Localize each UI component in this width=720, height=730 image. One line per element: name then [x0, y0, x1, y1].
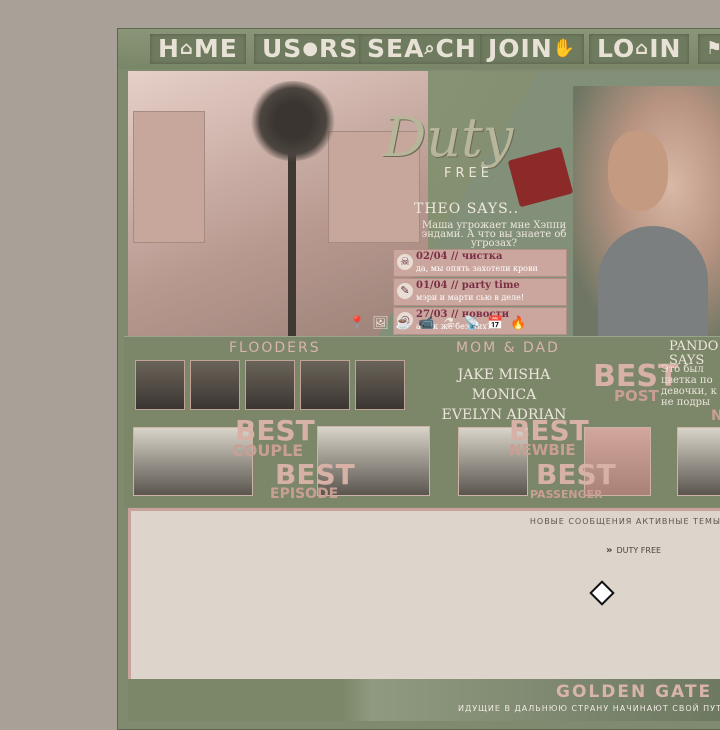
best-episode-label: EPISODE — [270, 486, 339, 502]
news-item[interactable]: ✎ 01/04 // party time мэри и марти сью в… — [393, 278, 567, 306]
next-label: N — [711, 408, 720, 424]
site-logo[interactable]: Duty — [383, 106, 513, 169]
palm-tree — [248, 81, 338, 161]
pandora-line: Это был — [661, 364, 704, 375]
flooder-avatar[interactable] — [355, 360, 405, 410]
flooder-avatar[interactable] — [245, 360, 295, 410]
breadcrumb: » DUTY FREE — [606, 545, 661, 556]
news-title: чистка — [461, 251, 503, 262]
nav-users-label-b: RS — [319, 34, 359, 63]
nav-search[interactable]: SEA⌕CH — [359, 34, 485, 64]
flooders-title: FLOODERS — [229, 340, 321, 356]
search-icon: ⌕ — [424, 38, 436, 59]
news-date: 01/04 — [416, 280, 448, 291]
best-newbie-label: NEWBIE — [509, 441, 576, 459]
news-separator: // — [447, 251, 462, 262]
man-shirt — [598, 226, 708, 336]
news-text: мэри и марти сью в деле! — [416, 293, 525, 302]
nav-home-label-b: ME — [193, 34, 238, 63]
news-heading: 02/04 // чистка — [416, 251, 503, 262]
news-item[interactable]: ☠ 02/04 // чистка да, мы опять захотели … — [393, 249, 567, 277]
building-left — [133, 111, 205, 243]
flooder-avatar[interactable] — [300, 360, 350, 410]
nav-users-label-a: US — [262, 34, 303, 63]
calendar-icon[interactable]: 📅 — [484, 316, 507, 331]
pandora-line: цветка по — [661, 375, 713, 386]
fire-icon[interactable]: 🔥 — [507, 316, 530, 331]
user-icon: ● — [302, 38, 320, 59]
login-icon: ⌂ — [635, 38, 650, 59]
palm-trunk — [288, 141, 296, 336]
pandora-line: девочки, к — [661, 386, 717, 397]
nav-login[interactable]: LO⌂IN — [589, 34, 690, 64]
pandora-line: не подры — [661, 397, 710, 408]
map-pin-icon[interactable]: 📍 — [346, 316, 369, 331]
news-separator: // — [447, 280, 462, 291]
camera-icon[interactable]: 📹 — [415, 316, 438, 331]
pencil-icon: ✎ — [397, 283, 413, 299]
skull-icon: ☠ — [397, 254, 413, 270]
mom-dad-title: MOM & DAD — [456, 340, 560, 356]
site-logo-sub: FREE — [444, 166, 493, 181]
best-couple-label: COUPLE — [232, 441, 304, 460]
breadcrumb-marker: » — [606, 545, 613, 556]
news-text: да, мы опять захотели крови — [416, 264, 538, 273]
nav-home-label-a: H — [158, 34, 180, 63]
next-avatar[interactable] — [677, 427, 720, 496]
footer-title: GOLDEN GATE — [556, 682, 713, 702]
breadcrumb-link[interactable]: DUTY FREE — [616, 546, 661, 555]
diamond-icon[interactable] — [589, 580, 615, 606]
best-episode-word: BEST — [275, 458, 355, 491]
handshake-icon: ✋ — [552, 38, 577, 59]
flooder-avatar[interactable] — [190, 360, 240, 410]
nav-join-label: JOIN — [488, 34, 553, 63]
recent-posts-links[interactable]: НОВЫЕ СООБЩЕНИЯ АКТИВНЫЕ ТЕМЫ — [530, 517, 720, 526]
nav-login-label-b: IN — [649, 34, 682, 63]
pandora-text: Это был цветка по девочки, к не подры — [661, 364, 717, 408]
nav-search-label-b: CH — [435, 34, 477, 63]
page-frame: H⌂ME US●RS SEA⌕CH JOIN✋ LO⌂IN ⚑ Duty FRE… — [117, 28, 720, 730]
flag-icon: ⚑ — [706, 38, 720, 59]
gallery-icon[interactable]: 🖼 — [369, 316, 392, 331]
coffee-icon[interactable]: ☕ — [392, 316, 415, 331]
says-title: THEO SAYS.. — [414, 201, 520, 217]
best-passenger-label: PASSENGER — [530, 488, 603, 501]
nav-extra[interactable]: ⚑ — [698, 34, 720, 64]
nav-search-label-a: SEA — [367, 34, 425, 63]
man-face — [608, 131, 668, 211]
news-date: 02/04 — [416, 251, 448, 262]
news-heading: 01/04 // party time — [416, 280, 520, 291]
best-passenger-word: BEST — [536, 458, 616, 491]
home-icon: ⌂ — [179, 38, 194, 59]
nav-join[interactable]: JOIN✋ — [480, 34, 585, 64]
nav-users[interactable]: US●RS — [254, 34, 367, 64]
featured-strip: FLOODERS MOM & DAD JAKE MISHA MONICA EVE… — [124, 336, 720, 507]
top-nav: H⌂ME US●RS SEA⌕CH JOIN✋ LO⌂IN ⚑ — [118, 29, 720, 69]
footer-banner: GOLDEN GATE ИДУЩИЕ В ДАЛЬНЮЮ СТРАНУ НАЧИ… — [128, 679, 720, 721]
header-banner: Duty FREE THEO SAYS.. Маша угрожает мне … — [128, 71, 720, 336]
rss-icon[interactable]: 📡 — [461, 316, 484, 331]
flooder-avatar[interactable] — [135, 360, 185, 410]
says-quote: Маша угрожает мне Хэппи эндами. А что вы… — [421, 220, 567, 249]
footer-text: ИДУЩИЕ В ДАЛЬНЮЮ СТРАНУ НАЧИНАЮТ СВОЙ ПУ… — [458, 704, 720, 713]
flask-icon[interactable]: ⚗ — [438, 316, 461, 331]
pandora-title: PANDO — [669, 339, 719, 354]
news-title: party time — [461, 280, 520, 291]
best-post-label: POST — [614, 387, 659, 405]
nav-login-label-a: LO — [597, 34, 636, 63]
nav-home[interactable]: H⌂ME — [150, 34, 246, 64]
mom-dad-names-line[interactable]: JAKE MISHA MONICA — [424, 365, 584, 405]
content-area: НОВЫЕ СООБЩЕНИЯ АКТИВНЫЕ ТЕМЫ » DUTY FREE — [128, 508, 720, 682]
tool-icons: 📍 🖼 ☕ 📹 ⚗ 📡 📅 🔥 — [346, 312, 556, 332]
